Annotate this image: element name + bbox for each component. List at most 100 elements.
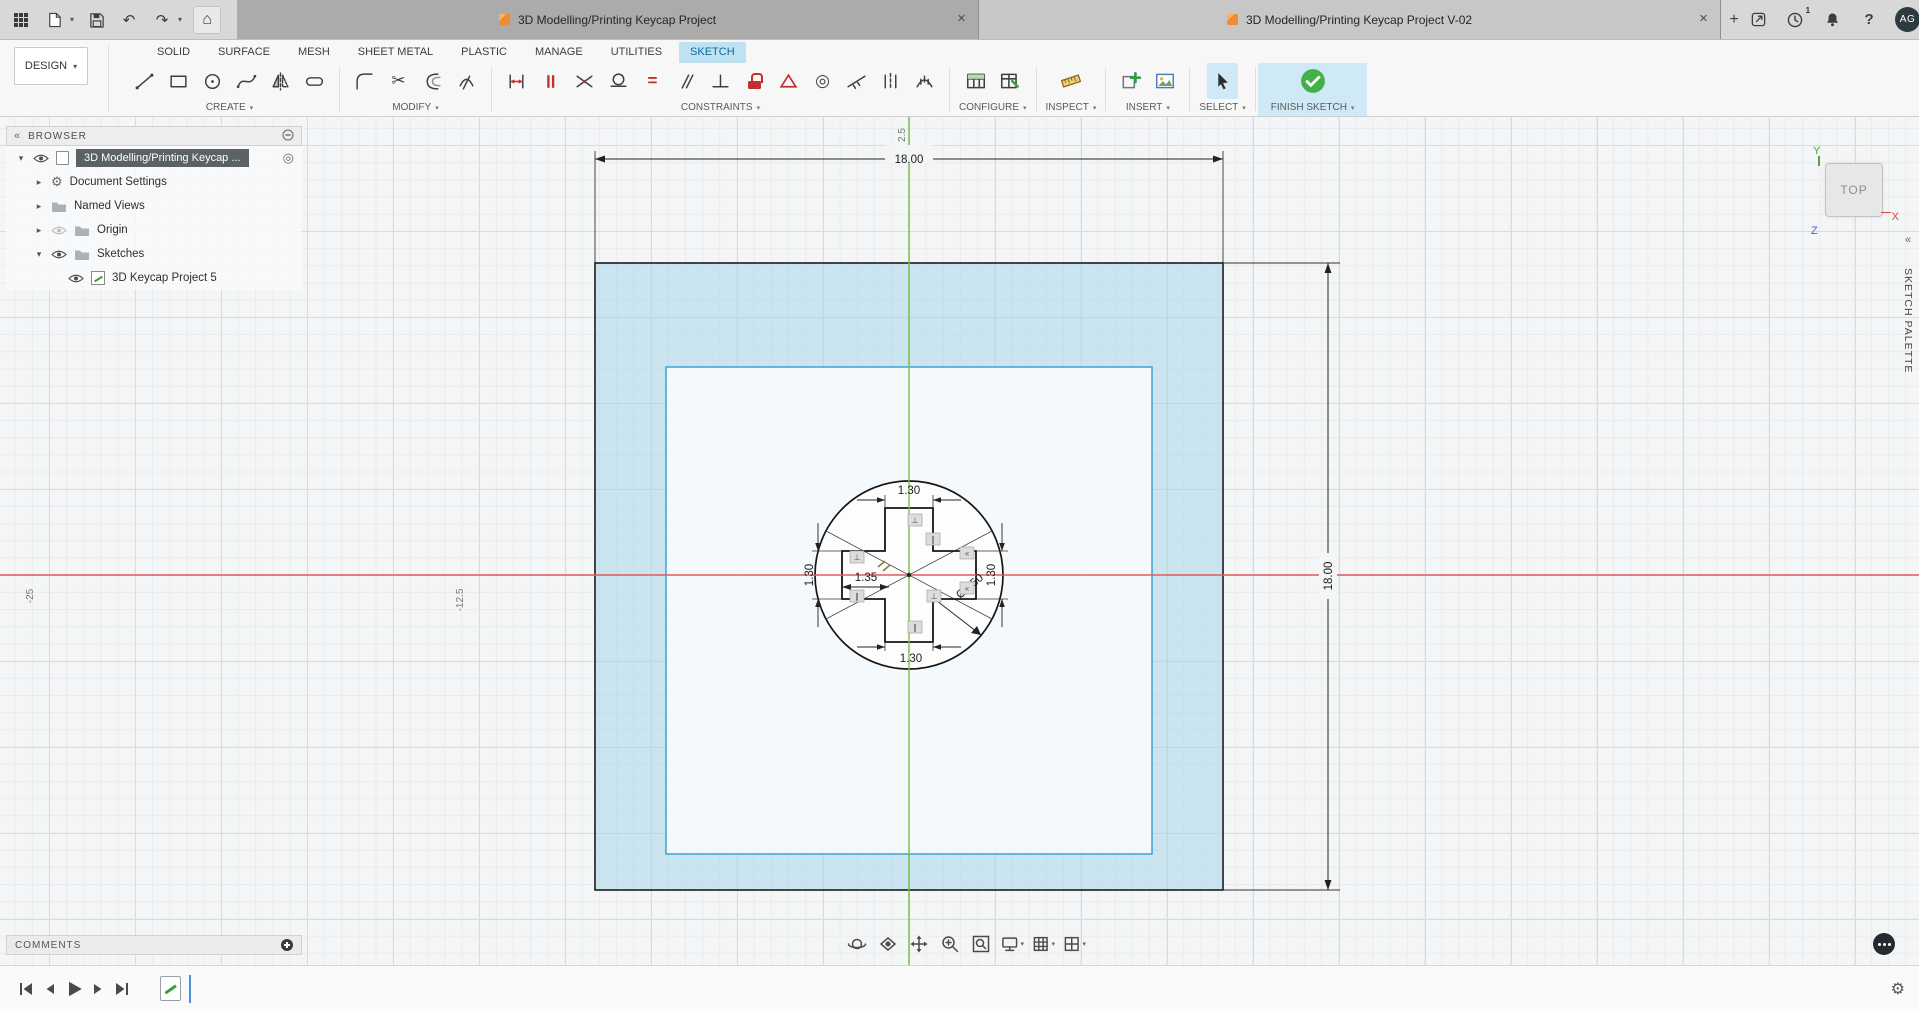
concentric-icon[interactable]: ◎ <box>807 63 838 99</box>
browser-row-label[interactable]: Origin <box>97 224 128 236</box>
look-at-icon[interactable] <box>876 932 900 956</box>
app-grid-icon[interactable] <box>10 9 32 31</box>
symmetry-icon[interactable] <box>875 63 906 99</box>
browser-collapse-icon[interactable]: « <box>14 131 20 142</box>
document-tab-2[interactable]: 3D Modelling/Printing Keycap Project V-0… <box>979 0 1721 39</box>
circle-icon[interactable] <box>197 63 228 99</box>
modify-menu[interactable]: MODIFY▾ <box>392 99 438 116</box>
spline-icon[interactable] <box>231 63 262 99</box>
dim-width-value[interactable]: 18.00 <box>895 154 924 166</box>
workspace-selector[interactable]: DESIGN ▾ <box>14 47 88 85</box>
go-to-start-icon[interactable] <box>14 977 38 1001</box>
fillet-icon[interactable] <box>349 63 380 99</box>
go-to-end-icon[interactable] <box>110 977 134 1001</box>
orbit-icon[interactable] <box>845 932 869 956</box>
constraints-menu[interactable]: CONSTRAINTS▾ <box>681 99 760 116</box>
finish-sketch-button[interactable]: FINISH SKETCH▾ <box>1271 99 1355 116</box>
insert-image-icon[interactable] <box>1149 63 1180 99</box>
edit-configuration-icon[interactable] <box>994 63 1025 99</box>
tab-mesh[interactable]: MESH <box>287 42 341 63</box>
tab-utilities[interactable]: UTILITIES <box>600 42 673 63</box>
undo-icon[interactable]: ↶ <box>118 9 140 31</box>
play-icon[interactable] <box>62 977 86 1001</box>
curvature-icon[interactable] <box>909 63 940 99</box>
file-menu-caret-icon[interactable]: ▾ <box>70 15 74 24</box>
expander-icon[interactable]: ▸ <box>34 201 44 212</box>
browser-row-label[interactable]: Named Views <box>74 200 145 212</box>
midpoint-icon[interactable] <box>773 63 804 99</box>
viewports-icon[interactable]: ▾ <box>1062 932 1086 956</box>
horizontal-vertical-icon[interactable] <box>535 63 566 99</box>
line-icon[interactable] <box>129 63 160 99</box>
mirror-icon[interactable] <box>265 63 296 99</box>
inspect-menu[interactable]: INSPECT▾ <box>1046 99 1097 116</box>
avatar[interactable]: AG <box>1895 7 1919 32</box>
visibility-eye-icon[interactable] <box>68 273 84 284</box>
expander-icon[interactable]: ▾ <box>34 249 44 260</box>
select-cursor-icon[interactable] <box>1207 63 1238 99</box>
job-status-icon[interactable]: 1 <box>1784 9 1806 31</box>
dim-stem-inner-value[interactable]: 1.35 <box>855 572 877 584</box>
dim-stem-bottom-value[interactable]: 1.30 <box>900 653 922 665</box>
origin-point[interactable] <box>907 573 911 577</box>
tab-close-icon[interactable]: ✕ <box>1699 12 1708 25</box>
browser-row-label[interactable]: Document Settings <box>70 176 167 188</box>
coincident-icon[interactable] <box>569 63 600 99</box>
select-menu[interactable]: SELECT▾ <box>1199 99 1245 116</box>
sketch-dimension-icon[interactable] <box>501 63 532 99</box>
visibility-eye-icon[interactable] <box>51 249 67 260</box>
tab-close-icon[interactable]: ✕ <box>957 12 966 25</box>
expander-icon[interactable]: ▸ <box>34 225 44 236</box>
measure-icon[interactable] <box>1055 63 1086 99</box>
insert-derive-icon[interactable] <box>1115 63 1146 99</box>
expander-icon[interactable]: ▸ <box>34 177 44 188</box>
browser-row-label[interactable]: Sketches <box>97 248 144 260</box>
help-bubble-icon[interactable] <box>1873 933 1895 955</box>
browser-row-sketch-item[interactable]: 3D Keycap Project 5 <box>6 266 302 290</box>
zoom-icon[interactable] <box>938 932 962 956</box>
visibility-eye-icon[interactable] <box>33 153 49 164</box>
file-menu-icon[interactable] <box>43 9 65 31</box>
browser-row-document-settings[interactable]: ▸ ⚙ Document Settings <box>6 170 302 194</box>
tab-surface[interactable]: SURFACE <box>207 42 281 63</box>
comments-bar[interactable]: COMMENTS <box>6 935 302 955</box>
viewcube-face-top[interactable]: TOP <box>1825 163 1883 217</box>
new-tab-icon[interactable]: + <box>1721 0 1747 39</box>
dim-stem-top-value[interactable]: 1.30 <box>898 485 920 497</box>
insert-menu[interactable]: INSERT▾ <box>1126 99 1170 116</box>
create-menu[interactable]: CREATE▾ <box>206 99 253 116</box>
viewport-canvas[interactable]: 18.00 18.00 1.30 <box>0 117 1919 965</box>
timeline-position-marker[interactable] <box>189 975 191 1003</box>
equal-icon[interactable]: = <box>637 63 668 99</box>
timeline-settings-gear-icon[interactable]: ⚙ <box>1891 979 1905 999</box>
notifications-bell-icon[interactable] <box>1821 9 1843 31</box>
browser-row-sketches[interactable]: ▾ Sketches <box>6 242 302 266</box>
expander-icon[interactable]: ▾ <box>16 153 26 164</box>
pan-icon[interactable] <box>907 932 931 956</box>
parallel-icon[interactable] <box>671 63 702 99</box>
tab-manage[interactable]: MANAGE <box>524 42 594 63</box>
offset-icon[interactable] <box>417 63 448 99</box>
dim-height-value[interactable]: 18.00 <box>1323 562 1335 591</box>
tangent-icon[interactable] <box>603 63 634 99</box>
step-forward-icon[interactable] <box>86 977 110 1001</box>
break-icon[interactable] <box>451 63 482 99</box>
palette-expand-icon[interactable]: « <box>1905 235 1911 246</box>
configure-menu[interactable]: CONFIGURE▾ <box>959 99 1027 116</box>
browser-row-named-views[interactable]: ▸ Named Views <box>6 194 302 218</box>
dim-stem-left-value[interactable]: 1.30 <box>804 564 816 586</box>
timeline-feature-sketch[interactable] <box>160 976 181 1001</box>
fit-icon[interactable] <box>969 932 993 956</box>
step-back-icon[interactable] <box>38 977 62 1001</box>
tab-sketch[interactable]: SKETCH <box>679 42 746 63</box>
slot-icon[interactable] <box>299 63 330 99</box>
collinear-icon[interactable] <box>841 63 872 99</box>
perpendicular-icon[interactable] <box>705 63 736 99</box>
display-settings-icon[interactable]: ▾ <box>1000 932 1024 956</box>
configuration-table-icon[interactable] <box>960 63 991 99</box>
extensions-icon[interactable] <box>1747 9 1769 31</box>
tab-solid[interactable]: SOLID <box>146 42 201 63</box>
browser-options-icon[interactable] <box>282 129 294 144</box>
rectangle-icon[interactable] <box>163 63 194 99</box>
document-tab-1[interactable]: 3D Modelling/Printing Keycap Project ✕ <box>237 0 979 39</box>
